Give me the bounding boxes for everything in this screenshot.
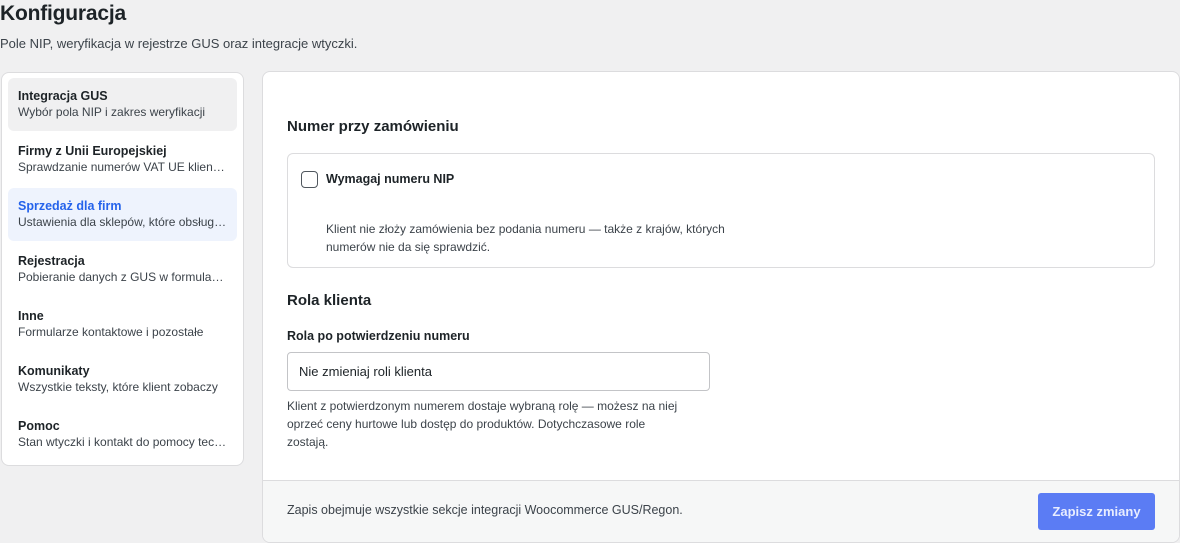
sidebar-item-firmy-ue[interactable]: Firmy z Unii Europejskiej Sprawdzanie nu…	[8, 133, 237, 186]
order-section-title: Numer przy zamówieniu	[287, 118, 459, 135]
sidebar-item-description: Sprawdzanie numerów VAT UE klientów	[18, 160, 227, 174]
sidebar-item-label: Inne	[18, 309, 44, 323]
page-title: Konfiguracja	[0, 2, 126, 25]
sidebar-item-integracja-gus[interactable]: Integracja GUS Wybór pola NIP i zakres w…	[8, 78, 237, 131]
role-section-title: Rola klienta	[287, 292, 372, 309]
sidebar-item-description: Formularze kontaktowe i pozostałe	[18, 325, 204, 339]
sidebar-item-label: Sprzedaż dla firm	[18, 199, 122, 213]
settings-sidebar: Integracja GUS Wybór pola NIP i zakres w…	[1, 72, 244, 466]
sidebar-item-inne[interactable]: Inne Formularze kontaktowe i pozostałe	[8, 298, 237, 351]
sidebar-item-description: Ustawienia dla sklepów, które obsługują	[18, 215, 227, 229]
panel-footer: Zapis obejmuje wszystkie sekcje integrac…	[263, 480, 1179, 542]
sidebar-item-komunikaty[interactable]: Komunikaty Wszystkie teksty, które klien…	[8, 353, 237, 406]
role-help-text: Klient z potwierdzonym numerem dostaje w…	[287, 399, 678, 449]
require-nip-help: Klient nie złoży zamówienia bez podania …	[326, 222, 725, 254]
sidebar-item-description: Stan wtyczki i kontakt do pomocy technic…	[18, 435, 227, 449]
sidebar-item-label: Komunikaty	[18, 364, 90, 378]
role-select[interactable]: Nie zmieniaj roli klienta	[287, 352, 710, 391]
sidebar-item-sprzedaz-dla-firm[interactable]: Sprzedaż dla firm Ustawienia dla sklepów…	[8, 188, 237, 241]
sidebar-item-description: Pobieranie danych z GUS w formularzu	[18, 270, 227, 284]
require-nip-card: Wymagaj numeru NIP Klient nie złoży zamó…	[287, 153, 1155, 268]
sidebar-item-rejestracja[interactable]: Rejestracja Pobieranie danych z GUS w fo…	[8, 243, 237, 296]
sidebar-item-label: Rejestracja	[18, 254, 85, 268]
require-nip-checkbox[interactable]	[301, 171, 318, 188]
sidebar-item-label: Integracja GUS	[18, 89, 108, 103]
page-subtitle: Pole NIP, weryfikacja w rejestrze GUS or…	[0, 36, 358, 51]
role-field-label: Rola po potwierdzeniu numeru	[287, 329, 470, 343]
require-nip-label[interactable]: Wymagaj numeru NIP	[326, 172, 454, 186]
settings-panel: Numer przy zamówieniu Wymagaj numeru NIP…	[262, 71, 1180, 543]
sidebar-item-description: Wybór pola NIP i zakres weryfikacji	[18, 105, 206, 119]
sidebar-item-description: Wszystkie teksty, które klient zobaczy	[18, 380, 218, 394]
sidebar-item-pomoc[interactable]: Pomoc Stan wtyczki i kontakt do pomocy t…	[8, 408, 237, 461]
save-button[interactable]: Zapisz zmiany	[1038, 493, 1155, 530]
sidebar-item-label: Firmy z Unii Europejskiej	[18, 144, 167, 158]
sidebar-item-label: Pomoc	[18, 419, 60, 433]
footer-note: Zapis obejmuje wszystkie sekcje integrac…	[287, 503, 683, 517]
